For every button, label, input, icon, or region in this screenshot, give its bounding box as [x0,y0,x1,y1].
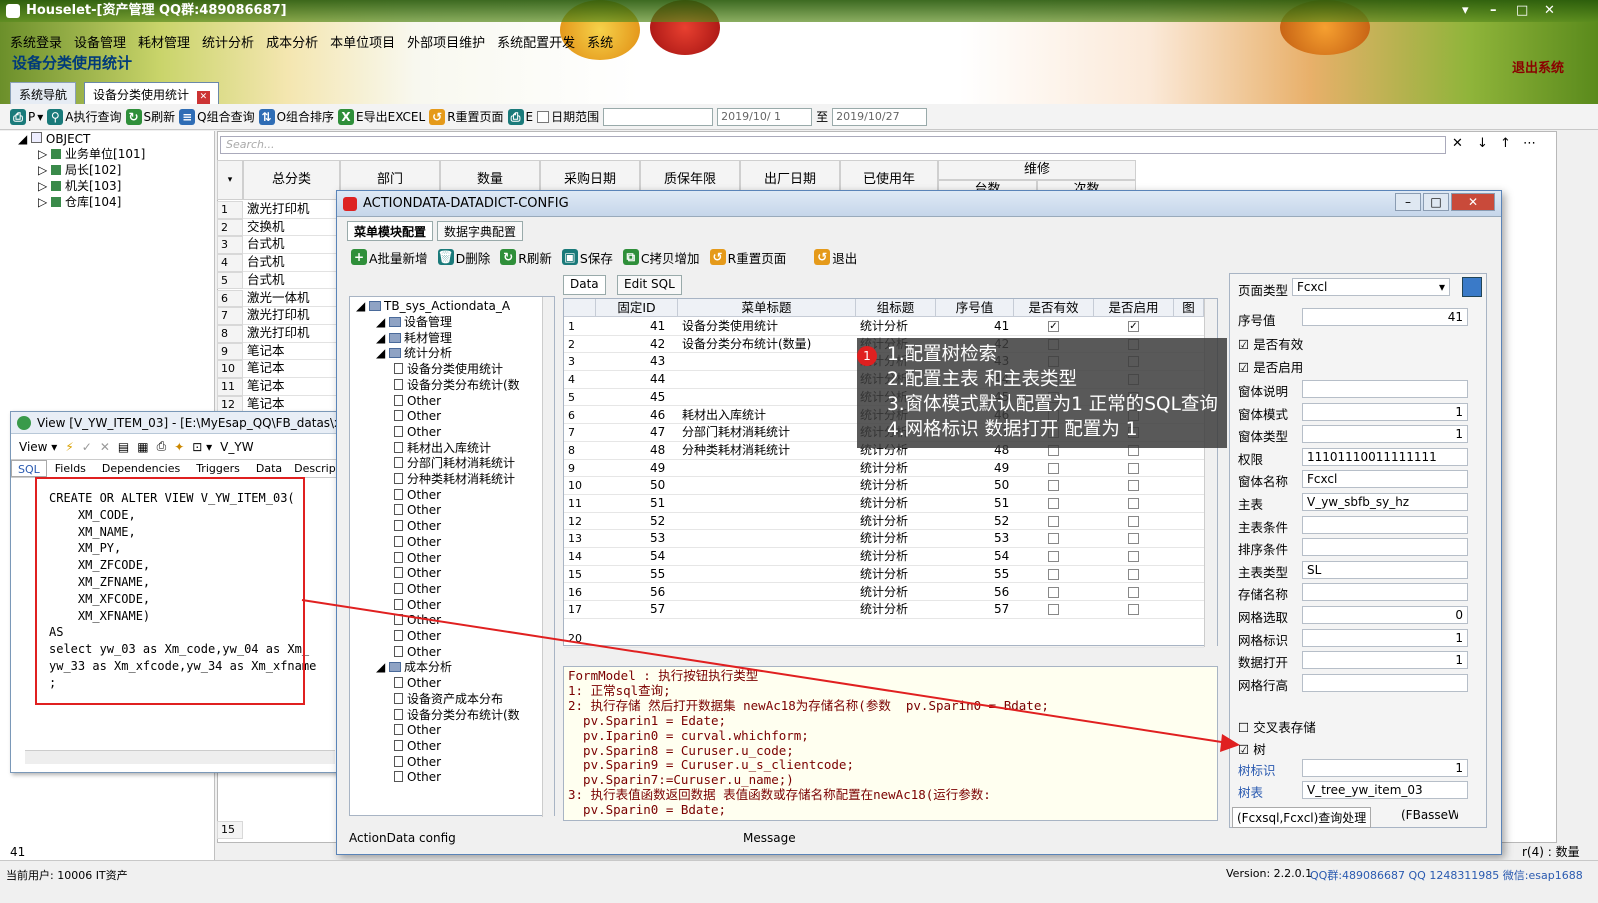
arrow-line [301,599,1229,744]
annotation-arrow [301,599,1240,752]
contact-label: QQ群:489086687 QQ 1248311985 微信:esap1688 [1310,869,1583,882]
record-count: 41 [10,845,26,859]
status-bar: 41 当前用户: 10006 IT资产 Version: 2.2.0.1 QQ群… [0,845,1598,903]
current-user: 当前用户: 10006 IT资产 [6,869,128,882]
version-label: Version: 2.2.0.1 [1226,867,1313,880]
arrow-head-icon [1220,734,1240,752]
